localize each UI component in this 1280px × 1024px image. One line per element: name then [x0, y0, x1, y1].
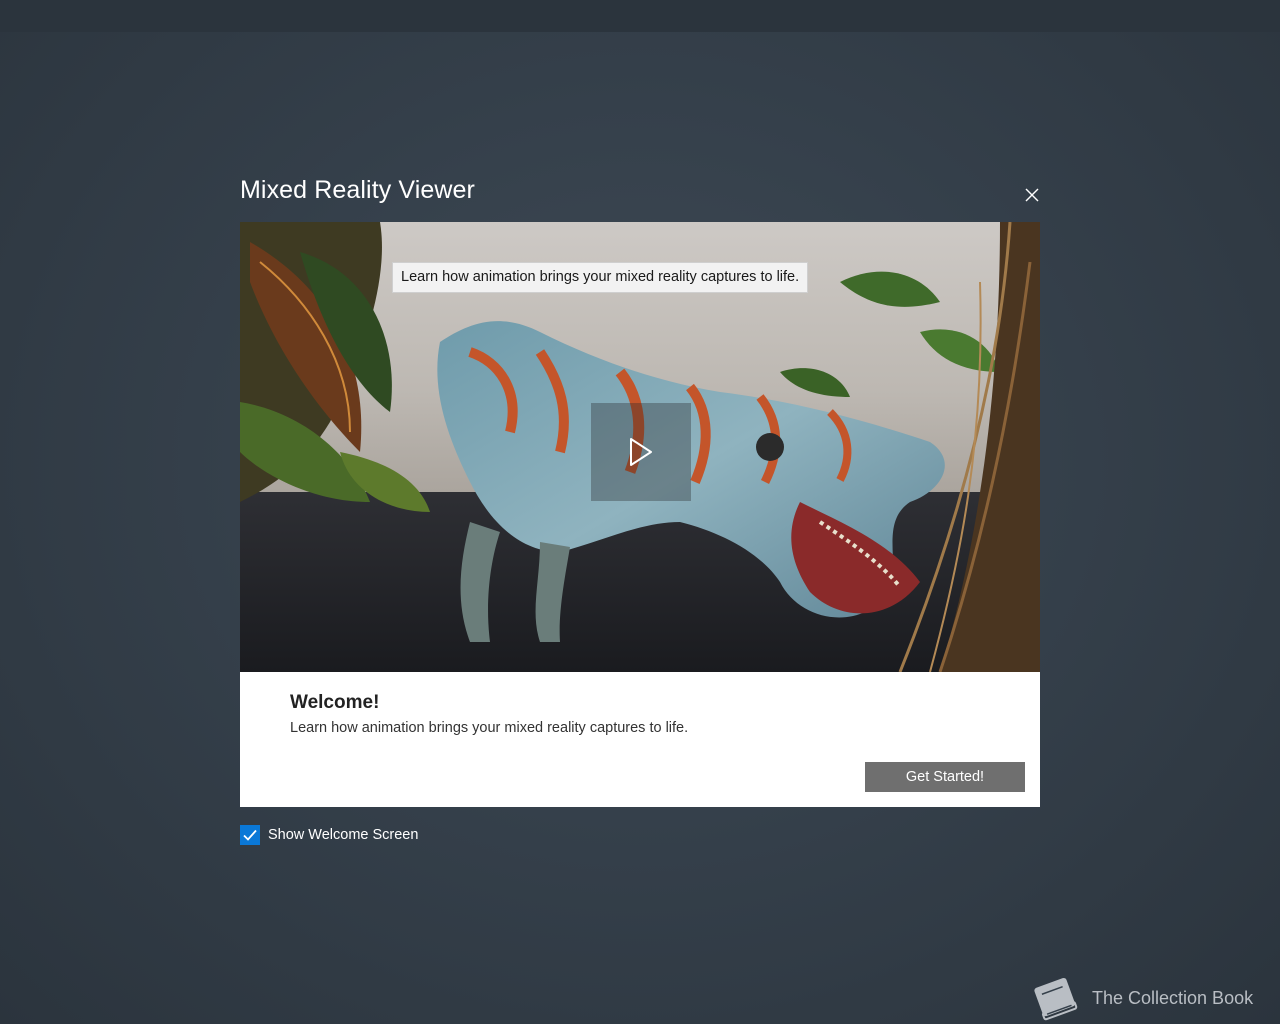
play-icon	[630, 438, 652, 466]
checkmark-icon	[243, 829, 257, 841]
book-icon	[1034, 977, 1078, 1021]
show-welcome-screen-toggle[interactable]: Show Welcome Screen	[240, 825, 418, 845]
play-button[interactable]	[591, 403, 691, 501]
welcome-description: Learn how animation brings your mixed re…	[290, 720, 689, 736]
app-title-bar	[0, 0, 1280, 32]
watermark: The Collection Book	[1028, 974, 1253, 1022]
show-welcome-label: Show Welcome Screen	[268, 827, 419, 843]
intro-video[interactable]: Learn how animation brings your mixed re…	[240, 222, 1040, 672]
close-button[interactable]	[1016, 179, 1048, 211]
video-tooltip: Learn how animation brings your mixed re…	[392, 262, 809, 293]
welcome-heading: Welcome!	[290, 692, 380, 713]
watermark-text: The Collection Book	[1092, 987, 1254, 1008]
dialog-title: Mixed Reality Viewer	[240, 176, 475, 204]
show-welcome-checkbox[interactable]	[240, 825, 260, 845]
welcome-panel: Welcome! Learn how animation brings your…	[240, 672, 1040, 807]
get-started-button[interactable]: Get Started!	[865, 762, 1025, 792]
close-icon	[1025, 188, 1039, 202]
